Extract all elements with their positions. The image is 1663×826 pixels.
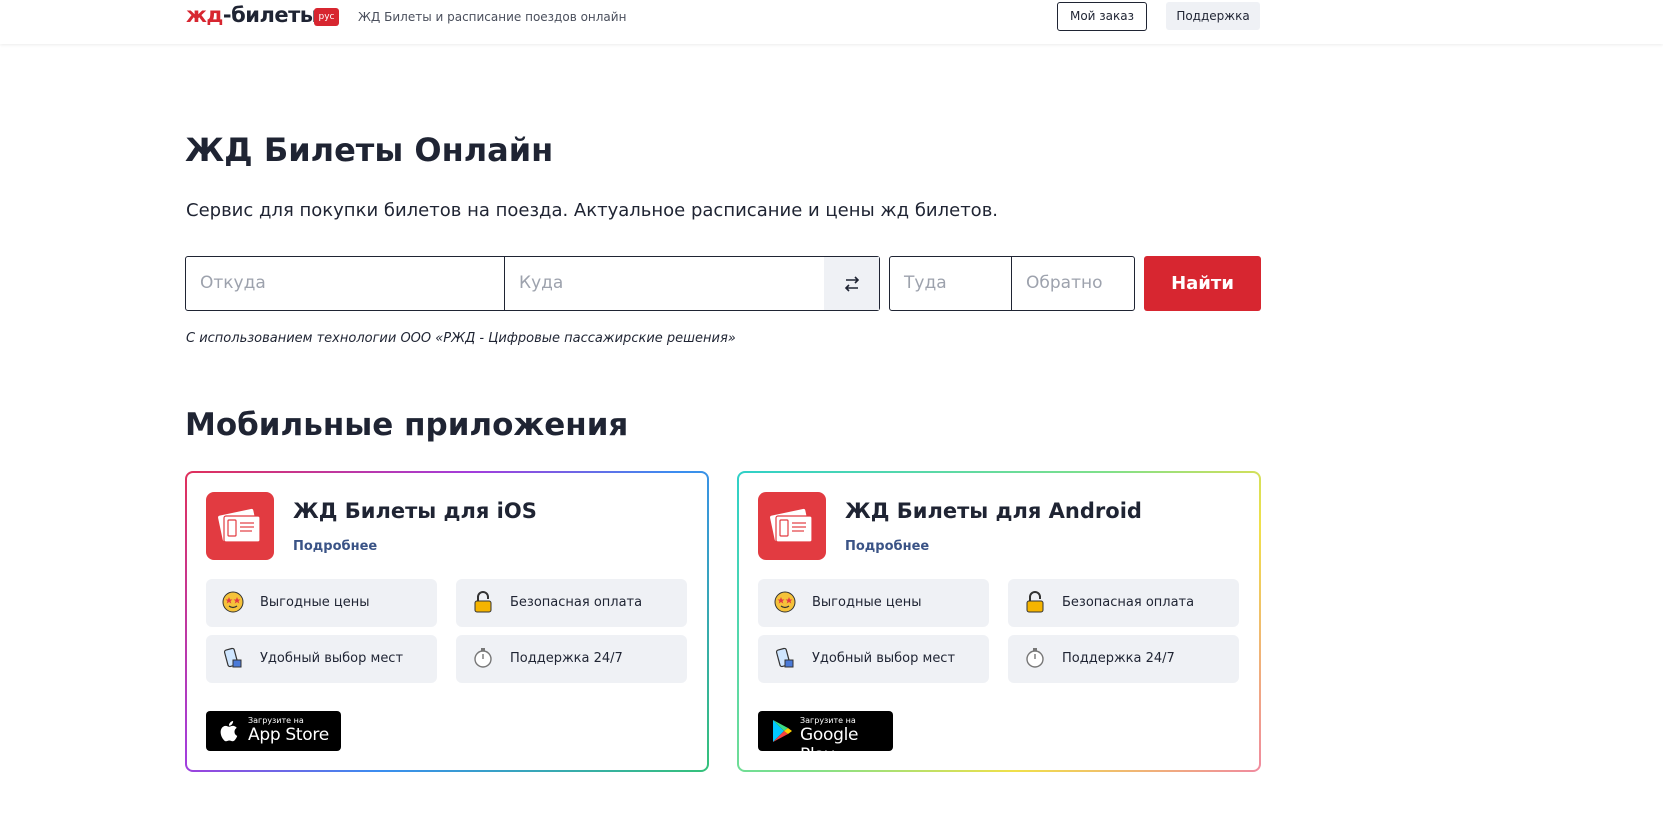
page-title: ЖД Билеты Онлайн bbox=[185, 131, 554, 169]
lock-icon bbox=[1026, 591, 1044, 613]
language-badge[interactable]: рус bbox=[314, 8, 339, 26]
feature-good-prices: Выгодные цены bbox=[206, 579, 437, 627]
star-eyes-emoji-icon bbox=[774, 591, 796, 613]
feature-label: Безопасная оплата bbox=[1062, 595, 1195, 610]
from-input[interactable]: Откуда bbox=[186, 257, 505, 310]
my-order-button[interactable]: Мой заказ bbox=[1057, 2, 1147, 31]
feature-seat-choice: Удобный выбор мест bbox=[206, 635, 437, 683]
apps-section-title: Мобильные приложения bbox=[185, 407, 629, 443]
swap-direction-button[interactable] bbox=[824, 257, 879, 310]
route-fields: Откуда Куда bbox=[185, 256, 880, 311]
google-play-button[interactable]: Загрузите на Google Play bbox=[758, 711, 893, 765]
android-app-card: ЖД Билеты для Android Подробнее Выгодные… bbox=[737, 471, 1261, 772]
app-ticket-icon[interactable] bbox=[758, 492, 826, 560]
to-input[interactable]: Куда bbox=[505, 257, 824, 310]
swap-arrows-icon bbox=[844, 275, 859, 292]
feature-secure-payment: Безопасная оплата bbox=[456, 579, 687, 627]
site-logo[interactable]: жд-билеты bbox=[186, 3, 319, 27]
apple-icon bbox=[220, 721, 238, 742]
star-eyes-emoji-icon bbox=[222, 591, 244, 613]
seat-phone-icon bbox=[223, 647, 242, 668]
android-more-link[interactable]: Подробнее bbox=[845, 539, 929, 554]
store-big-label: Google Play bbox=[800, 725, 859, 765]
support-button[interactable]: Поддержка bbox=[1166, 2, 1260, 30]
feature-seat-choice: Удобный выбор мест bbox=[758, 635, 989, 683]
ios-more-link[interactable]: Подробнее bbox=[293, 539, 377, 554]
feature-label: Выгодные цены bbox=[260, 595, 370, 610]
feature-label: Поддержка 24/7 bbox=[510, 651, 623, 666]
technology-note: С использованием технологии ООО «РЖД - Ц… bbox=[186, 331, 736, 346]
stopwatch-icon bbox=[1026, 648, 1044, 668]
feature-secure-payment: Безопасная оплата bbox=[1008, 579, 1239, 627]
page-subtitle: Сервис для покупки билетов на поезда. Ак… bbox=[186, 200, 999, 221]
store-small-label: Загрузите на bbox=[800, 716, 856, 725]
logo-rest-text: -билеты bbox=[222, 3, 319, 27]
feature-good-prices: Выгодные цены bbox=[758, 579, 989, 627]
feature-support: Поддержка 24/7 bbox=[1008, 635, 1239, 683]
feature-label: Поддержка 24/7 bbox=[1062, 651, 1175, 666]
feature-support: Поддержка 24/7 bbox=[456, 635, 687, 683]
app-ticket-icon[interactable] bbox=[206, 492, 274, 560]
find-button[interactable]: Найти bbox=[1144, 256, 1261, 311]
header-tagline: ЖД Билеты и расписание поездов онлайн bbox=[358, 10, 627, 24]
feature-label: Удобный выбор мест bbox=[260, 651, 404, 666]
feature-label: Безопасная оплата bbox=[510, 595, 643, 610]
store-small-label: Загрузите на bbox=[248, 716, 304, 725]
android-card-title: ЖД Билеты для Android bbox=[845, 499, 1142, 523]
stopwatch-icon bbox=[474, 648, 492, 668]
date-back-input[interactable]: Обратно bbox=[1012, 257, 1134, 310]
ios-app-card: ЖД Билеты для iOS Подробнее Выгодные цен… bbox=[185, 471, 709, 772]
logo-zhd-text: жд bbox=[186, 3, 223, 27]
google-play-icon bbox=[773, 720, 792, 742]
date-there-input[interactable]: Туда bbox=[890, 257, 1012, 310]
ios-card-title: ЖД Билеты для iOS bbox=[293, 499, 537, 523]
feature-label: Выгодные цены bbox=[812, 595, 922, 610]
feature-label: Удобный выбор мест bbox=[812, 651, 956, 666]
seat-phone-icon bbox=[775, 647, 794, 668]
store-big-label: App Store bbox=[248, 725, 329, 745]
lock-icon bbox=[474, 591, 492, 613]
date-fields: Туда Обратно bbox=[889, 256, 1135, 311]
app-store-button[interactable]: Загрузите на App Store bbox=[206, 711, 341, 751]
top-bar: жд-билеты рус ЖД Билеты и расписание пое… bbox=[0, 0, 1663, 44]
